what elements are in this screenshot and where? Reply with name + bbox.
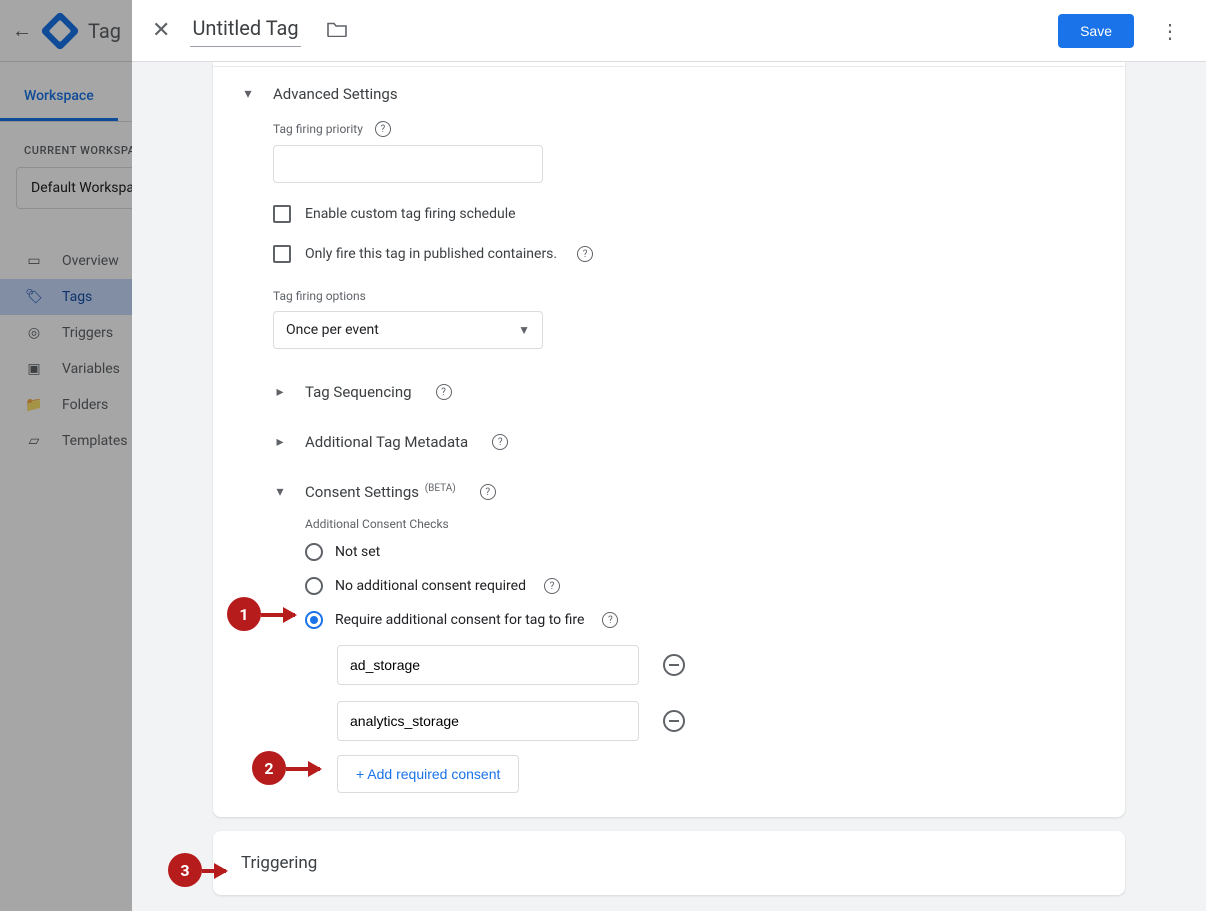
radio-icon[interactable] bbox=[305, 611, 323, 629]
help-icon[interactable]: ? bbox=[492, 434, 508, 450]
annotation-marker-2: 2 bbox=[252, 751, 286, 785]
chevron-right-icon: ▸ bbox=[273, 384, 287, 400]
tag-config-card: ▾ Advanced Settings Tag firing priority … bbox=[213, 62, 1125, 817]
triggering-card[interactable]: Triggering bbox=[213, 831, 1125, 895]
tag-priority-input[interactable] bbox=[273, 145, 543, 183]
annotation-arrow-2 bbox=[286, 767, 320, 771]
radio-icon[interactable] bbox=[305, 577, 323, 595]
checkbox-icon[interactable] bbox=[273, 205, 291, 223]
tag-priority-label: Tag firing priority ? bbox=[273, 121, 1097, 137]
triggering-title: Triggering bbox=[241, 853, 1097, 873]
annotation-marker-1: 1 bbox=[227, 597, 261, 631]
radio-icon[interactable] bbox=[305, 543, 323, 561]
close-icon[interactable]: ✕ bbox=[152, 18, 170, 43]
advanced-settings-title: Advanced Settings bbox=[273, 85, 398, 103]
help-icon[interactable]: ? bbox=[436, 384, 452, 400]
help-icon[interactable]: ? bbox=[577, 246, 593, 262]
annotation-arrow-3 bbox=[202, 869, 226, 873]
checkbox-icon[interactable] bbox=[273, 245, 291, 263]
firing-options-select[interactable]: Once per event ▼ bbox=[273, 311, 543, 349]
save-button[interactable]: Save bbox=[1058, 14, 1134, 48]
tag-name-input[interactable]: Untitled Tag bbox=[190, 14, 300, 47]
chevron-down-icon: ▾ bbox=[273, 484, 287, 500]
modal-backdrop bbox=[0, 0, 132, 911]
custom-schedule-checkbox-row[interactable]: Enable custom tag firing schedule bbox=[273, 205, 1097, 223]
radio-no-additional[interactable]: No additional consent required ? bbox=[305, 569, 1097, 603]
advanced-settings-toggle[interactable]: ▾ Advanced Settings bbox=[241, 67, 1097, 109]
annotation-arrow-1 bbox=[261, 613, 295, 617]
more-menu-icon[interactable]: ⋮ bbox=[1154, 19, 1186, 43]
annotation-marker-3: 3 bbox=[168, 853, 202, 887]
folder-select-icon[interactable] bbox=[327, 21, 347, 41]
chevron-down-icon: ▾ bbox=[241, 86, 255, 102]
chevron-down-icon: ▼ bbox=[518, 323, 530, 337]
help-icon[interactable]: ? bbox=[544, 578, 560, 594]
chevron-right-icon: ▸ bbox=[273, 434, 287, 450]
additional-consent-label: Additional Consent Checks bbox=[305, 517, 1097, 531]
panel-header: ✕ Untitled Tag Save ⋮ bbox=[132, 0, 1206, 62]
additional-metadata-toggle[interactable]: ▸ Additional Tag Metadata ? bbox=[241, 417, 1097, 467]
help-icon[interactable]: ? bbox=[480, 484, 496, 500]
radio-require-consent[interactable]: Require additional consent for tag to fi… bbox=[305, 603, 1097, 637]
consent-type-input-1[interactable] bbox=[337, 645, 639, 685]
remove-consent-icon[interactable] bbox=[663, 654, 685, 676]
help-icon[interactable]: ? bbox=[375, 121, 391, 137]
consent-settings-toggle[interactable]: ▾ Consent Settings (BETA) ? bbox=[241, 467, 1097, 517]
tag-sequencing-toggle[interactable]: ▸ Tag Sequencing ? bbox=[241, 367, 1097, 417]
remove-consent-icon[interactable] bbox=[663, 710, 685, 732]
add-required-consent-button[interactable]: + Add required consent bbox=[337, 755, 519, 793]
tag-editor-panel: ✕ Untitled Tag Save ⋮ ▾ Advanced Setting… bbox=[132, 0, 1206, 911]
consent-type-input-2[interactable] bbox=[337, 701, 639, 741]
published-only-checkbox-row[interactable]: Only fire this tag in published containe… bbox=[273, 245, 1097, 263]
firing-options-label: Tag firing options bbox=[273, 289, 1097, 303]
beta-badge: (BETA) bbox=[425, 483, 456, 494]
help-icon[interactable]: ? bbox=[602, 612, 618, 628]
radio-not-set[interactable]: Not set bbox=[305, 535, 1097, 569]
